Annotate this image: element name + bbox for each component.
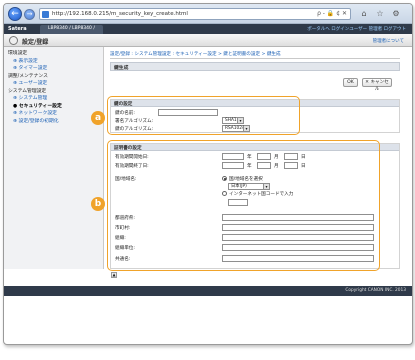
sidebar-item-display[interactable]: ⊕ 表示設定 xyxy=(4,58,103,66)
sidebar-item-reset[interactable]: ⊕ 設定/登録の初期化 xyxy=(4,118,103,126)
browser-window: ← → http://192.168.0.215/m_security_key_… xyxy=(3,3,413,345)
page-heading-bar: 鍵生成 xyxy=(110,62,400,71)
back-button[interactable]: ← xyxy=(8,7,22,21)
breadcrumb[interactable]: 設定/登録 : システム管理設定 : セキュリティー設定 > 鍵と証明書の設定 … xyxy=(110,51,281,57)
callout-b-frame xyxy=(107,140,380,271)
remote-ui-header: Satera LBP8340 / LBP8340 / ポータルへ ログインユーザ… xyxy=(4,24,412,34)
sidebar-group-preferences: 環境設定 xyxy=(8,51,28,56)
ok-button[interactable]: OK xyxy=(343,78,358,87)
sidebar-item-network[interactable]: ⊕ ネットワーク設定 xyxy=(4,110,103,118)
callout-a-frame xyxy=(107,96,300,135)
header-links[interactable]: ポータルへ ログインユーザー 管理者 ログアウト xyxy=(307,26,406,32)
settings-title-icon xyxy=(9,36,18,45)
address-bar[interactable]: http://192.168.0.215/m_security_key_crea… xyxy=(39,8,351,20)
admin-info-link[interactable]: 管理者について xyxy=(373,38,404,44)
sidebar-item-security[interactable]: ● セキュリティー設定 xyxy=(4,103,103,111)
sidebar-group-system: システム管理設定 xyxy=(8,88,47,94)
sidebar-group-maintenance: 調整/メンテナンス xyxy=(8,73,48,79)
address-tools-icon[interactable]: ρ - 🔒 ¢ ✕ xyxy=(317,10,347,17)
sidebar-item-system-mgmt[interactable]: ⊕ システム管理 xyxy=(4,95,103,103)
favicon-icon xyxy=(42,11,49,18)
scroll-top-icon[interactable]: ▲ xyxy=(111,272,117,278)
page-title: 設定/登録 xyxy=(22,39,49,46)
favorites-icon[interactable]: ☆ xyxy=(374,8,386,20)
page-heading: 鍵生成 xyxy=(114,66,129,71)
title-bar: 設定/登録 管理者について xyxy=(4,34,412,47)
sidebar: 環境設定 ⊕ 表示設定 ⊕ タイマー設定 調整/メンテナンス ⊕ ユーザー設定 … xyxy=(4,47,104,269)
callout-b-badge: b xyxy=(91,197,105,211)
cancel-label: キャンセル xyxy=(370,80,389,92)
copyright: Copyright CANON INC. 2013 xyxy=(345,288,406,293)
settings-gear-icon[interactable]: ⚙ xyxy=(390,8,402,20)
forward-button[interactable]: → xyxy=(24,9,35,20)
brand-logo: Satera xyxy=(8,26,27,32)
sidebar-item-user[interactable]: ⊕ ユーザー設定 xyxy=(4,80,103,88)
footer: Copyright CANON INC. 2013 xyxy=(4,286,412,296)
address-url: http://192.168.0.215/m_security_key_crea… xyxy=(52,11,188,17)
browser-toolbar: ← → http://192.168.0.215/m_security_key_… xyxy=(4,4,412,24)
sidebar-item-timer[interactable]: ⊕ タイマー設定 xyxy=(4,65,103,73)
device-tab[interactable]: LBP8340 / LBP8340 / xyxy=(40,25,103,34)
callout-a-badge: a xyxy=(91,111,105,125)
home-icon[interactable]: ⌂ xyxy=(358,8,370,20)
divider xyxy=(110,58,400,59)
cancel-button[interactable]: ✕ キャンセル xyxy=(362,78,392,92)
